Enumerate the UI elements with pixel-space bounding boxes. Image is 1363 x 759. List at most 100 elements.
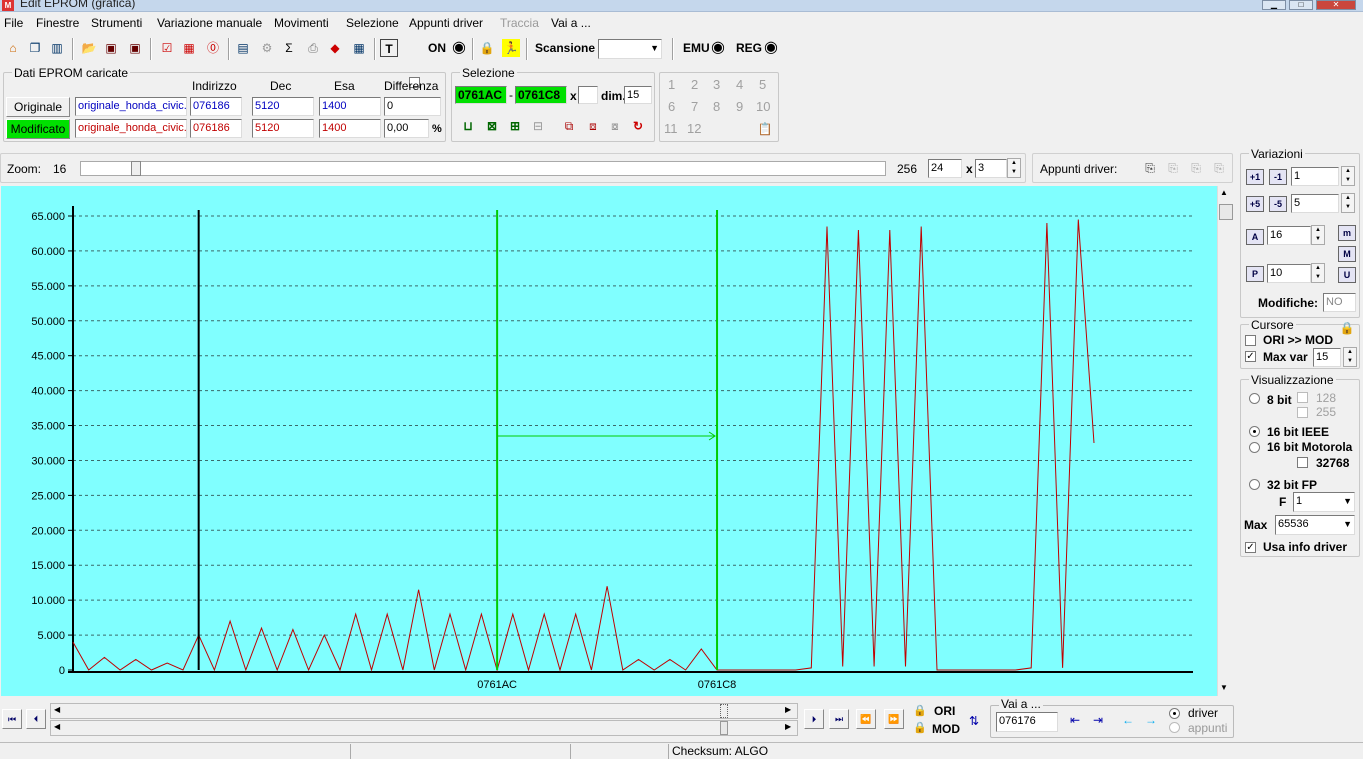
m-large-icon[interactable]: M xyxy=(1338,246,1356,262)
checklist-icon[interactable]: ☑ xyxy=(158,39,176,57)
radio-32bit-fp[interactable] xyxy=(1249,479,1260,490)
numpad-5[interactable]: 5 xyxy=(759,77,766,92)
minus-one-icon[interactable]: -1 xyxy=(1269,169,1287,185)
refresh-selection-icon[interactable]: ↻ xyxy=(629,117,647,135)
reg-indicator-icon[interactable]: ◉ xyxy=(762,39,780,57)
menu-traccia[interactable]: Traccia xyxy=(500,16,539,30)
originale-file-field[interactable]: originale_honda_civic. xyxy=(75,97,187,116)
panel-icon[interactable]: ▥ xyxy=(48,39,66,57)
lock-icon[interactable]: 🔒 xyxy=(478,39,496,57)
zoom-spinner[interactable]: ▲ ▼ xyxy=(1007,158,1021,178)
selezione-from-field[interactable]: 0761AC xyxy=(455,86,507,104)
menu-variazione-manuale[interactable]: Variazione manuale xyxy=(157,16,262,30)
variazione-3-field[interactable]: 16 xyxy=(1267,226,1311,245)
numpad-7[interactable]: 7 xyxy=(691,99,698,114)
numpad-11[interactable]: 11 xyxy=(664,121,678,136)
variazione-1-field[interactable]: 1 xyxy=(1291,167,1339,186)
vertical-scrollbar[interactable]: ▲ ▼ xyxy=(1217,186,1234,696)
next-button[interactable]: ⏵ xyxy=(804,709,824,729)
zoom-slider-thumb[interactable] xyxy=(130,161,141,176)
select-start-icon[interactable]: ⊔ xyxy=(459,117,477,135)
goto-end-icon[interactable]: ⇥ xyxy=(1089,711,1107,729)
arrow-left-icon[interactable]: ← xyxy=(1119,711,1137,729)
goto-start-icon[interactable]: ⇤ xyxy=(1066,711,1084,729)
originale-button[interactable]: Originale xyxy=(6,97,70,117)
variazione-3-spinner[interactable]: ▲ ▼ xyxy=(1311,225,1325,245)
numpad-8[interactable]: 8 xyxy=(713,99,720,114)
numpad-6[interactable]: 6 xyxy=(668,99,675,114)
save-as-icon[interactable]: ▣ xyxy=(126,39,144,57)
p-icon[interactable]: P xyxy=(1246,266,1264,282)
modificato-button[interactable]: Modificato xyxy=(6,119,70,139)
menu-appunti-driver[interactable]: Appunti driver xyxy=(409,16,483,30)
shapes-icon[interactable]: ◆ xyxy=(326,39,344,57)
scansione-select[interactable]: ▼ xyxy=(598,39,662,59)
checkbox-32768[interactable] xyxy=(1297,457,1308,468)
variazione-4-spinner[interactable]: ▲ ▼ xyxy=(1311,263,1325,283)
horizontal-scroll-thumb-2[interactable] xyxy=(720,721,728,735)
appunti-paste-icon[interactable]: ⎘ xyxy=(1187,159,1205,177)
variazione-1-spinner[interactable]: ▲ ▼ xyxy=(1341,166,1355,186)
horizontal-scrollbar-2[interactable]: ◀ ▶ xyxy=(50,720,798,736)
runner-icon[interactable]: 🏃 xyxy=(502,39,520,57)
menu-strumenti[interactable]: Strumenti xyxy=(91,16,142,30)
home-icon[interactable]: ⌂ xyxy=(4,39,22,57)
appunti-cut-icon[interactable]: ⎘ xyxy=(1164,159,1182,177)
scroll-right-2-icon[interactable]: ▶ xyxy=(785,722,791,731)
scroll-down-icon[interactable]: ▼ xyxy=(1220,683,1228,692)
ori-mod-checkbox[interactable] xyxy=(1245,335,1256,346)
windows-icon[interactable]: ❐ xyxy=(26,39,44,57)
zoom-slider[interactable] xyxy=(80,161,886,176)
numpad-1[interactable]: 1 xyxy=(668,77,675,92)
calendar-icon[interactable]: ▦ xyxy=(180,39,198,57)
usa-info-checkbox[interactable]: ✓ xyxy=(1245,542,1256,553)
clear-selection-icon[interactable]: ⧇ xyxy=(606,117,624,135)
originale-esa-field[interactable]: 1400 xyxy=(319,97,381,116)
max-var-field[interactable]: 15 xyxy=(1313,348,1341,367)
text-icon[interactable]: T xyxy=(380,39,398,57)
scroll-up-icon[interactable]: ▲ xyxy=(1220,188,1228,197)
emu-indicator-icon[interactable]: ◉ xyxy=(709,39,727,57)
menu-file[interactable]: File xyxy=(4,16,23,30)
cursore-lock-icon[interactable]: 🔒 xyxy=(1338,319,1356,337)
modificato-esa-field[interactable]: 1400 xyxy=(319,119,381,138)
step-forward-button[interactable]: ⏩ xyxy=(884,709,904,729)
close-button[interactable]: ✕ xyxy=(1316,0,1356,10)
dim-field[interactable]: 15 xyxy=(624,86,652,104)
modificato-indirizzo-field[interactable]: 076186 xyxy=(190,119,242,138)
variazione-2-field[interactable]: 5 xyxy=(1291,194,1339,213)
select-end-icon[interactable]: ⊞ xyxy=(506,117,524,135)
vai-a-field[interactable]: 076176 xyxy=(996,712,1058,732)
appunti-clear-icon[interactable]: ⎘ xyxy=(1210,159,1228,177)
radio-driver[interactable] xyxy=(1169,708,1180,719)
prev-button[interactable]: ⏴ xyxy=(26,709,46,729)
a-icon[interactable]: A xyxy=(1246,229,1264,245)
arrow-right-icon[interactable]: → xyxy=(1142,711,1160,729)
originale-diff-field[interactable]: 0 xyxy=(384,97,441,116)
appunti-copy-icon[interactable]: ⎘ xyxy=(1141,159,1159,177)
max-var-checkbox[interactable]: ✓ xyxy=(1245,351,1256,362)
f-select[interactable]: 1 ▼ xyxy=(1293,492,1355,512)
swap-icon[interactable]: ⇅ xyxy=(965,712,983,730)
clipboard-icon[interactable]: 📋 xyxy=(756,120,774,138)
ori-label[interactable]: ORI xyxy=(934,704,955,718)
horizontal-scroll-thumb-1[interactable] xyxy=(720,704,728,718)
numpad-9[interactable]: 9 xyxy=(736,99,743,114)
graph-icon[interactable]: ▦ xyxy=(350,39,368,57)
originale-dec-field[interactable]: 5120 xyxy=(252,97,314,116)
horizontal-scrollbar-1[interactable]: ◀ ▶ xyxy=(50,703,798,719)
menu-movimenti[interactable]: Movimenti xyxy=(274,16,329,30)
originale-indirizzo-field[interactable]: 076186 xyxy=(190,97,242,116)
select-disabled-icon[interactable]: ⊟ xyxy=(529,117,547,135)
calculator-icon[interactable]: ▤ xyxy=(234,39,252,57)
selezione-multiplier-field[interactable] xyxy=(578,86,598,104)
radio-8bit[interactable] xyxy=(1249,393,1260,404)
variazione-2-spinner[interactable]: ▲ ▼ xyxy=(1341,193,1355,213)
checkbox-128[interactable] xyxy=(1297,392,1308,403)
first-page-button[interactable]: ⏮ xyxy=(2,709,22,729)
radio-appunti[interactable] xyxy=(1169,722,1180,733)
max-var-spinner[interactable]: ▲ ▼ xyxy=(1343,347,1357,367)
zoom-field-2[interactable]: 3 xyxy=(975,159,1007,178)
select-range-icon[interactable]: ⊠ xyxy=(483,117,501,135)
step-back-button[interactable]: ⏪ xyxy=(856,709,876,729)
